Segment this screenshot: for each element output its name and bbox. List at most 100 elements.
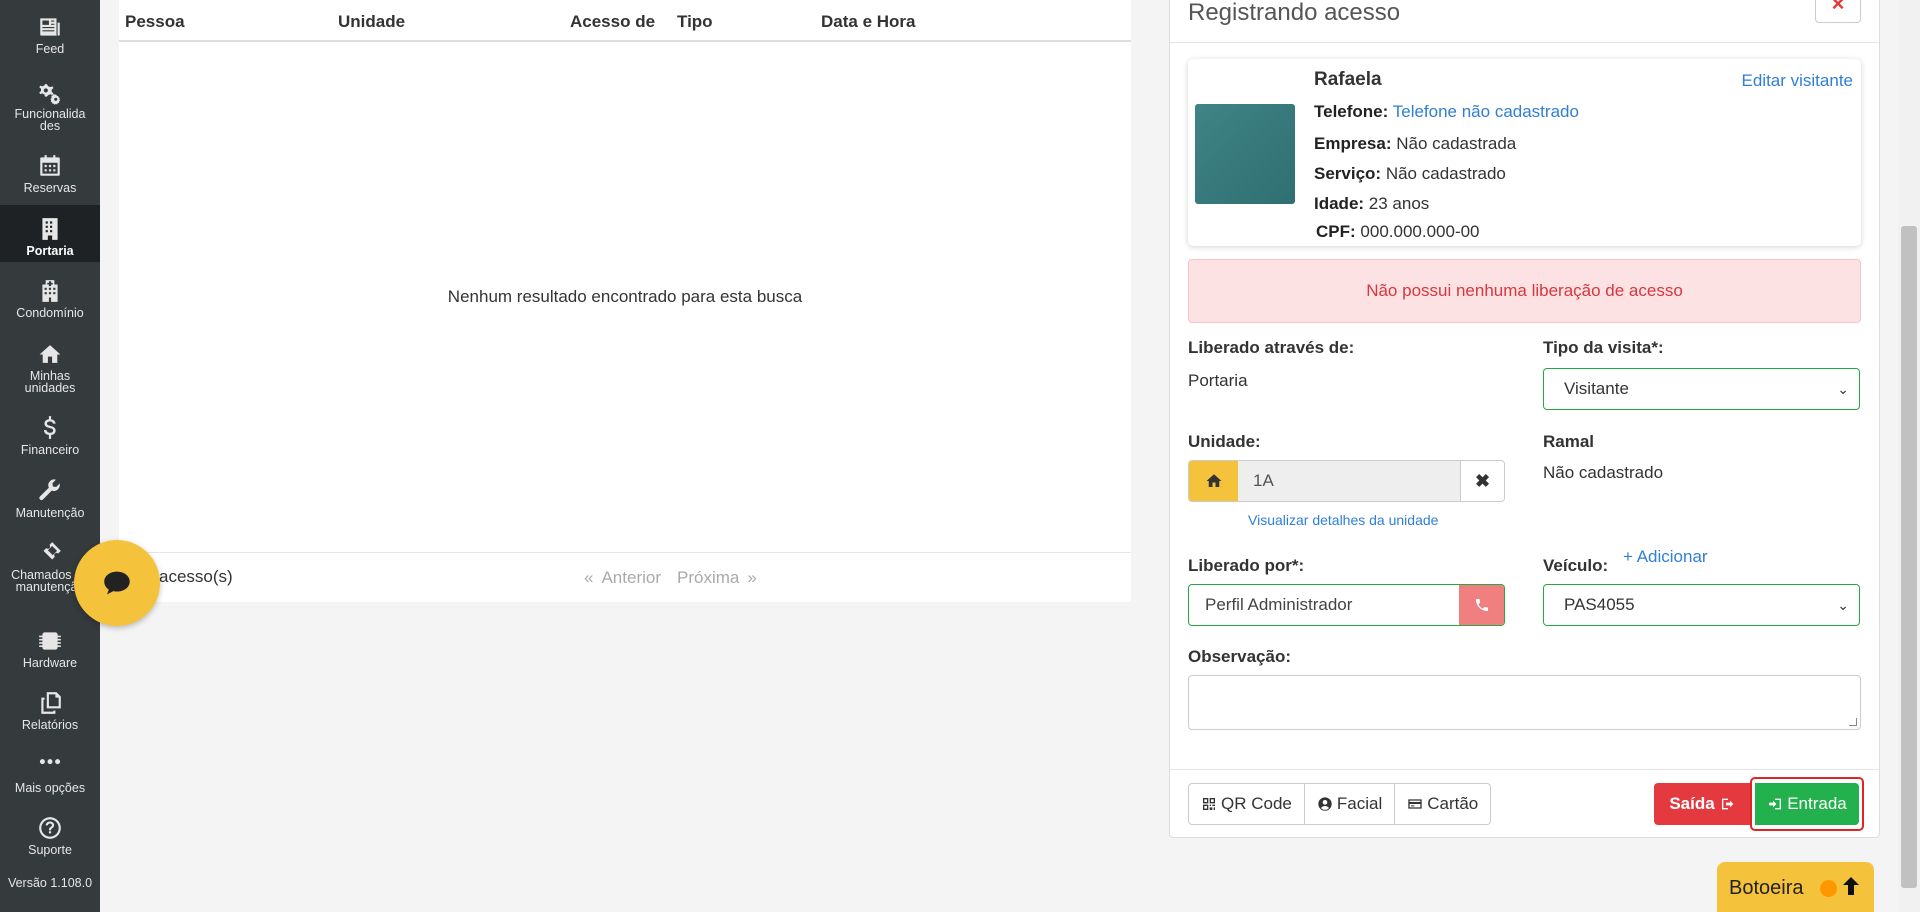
sidebar-item-minhas-unidades[interactable]: Minhas unidades: [0, 342, 100, 394]
visitor-phone-row: Telefone: Telefone não cadastrado: [1314, 102, 1579, 122]
sidebar-item-manutencao[interactable]: Manutenção: [0, 478, 100, 520]
visitor-cpf-row: CPF: 000.000.000-00: [1316, 222, 1480, 242]
question-circle-icon: [39, 817, 61, 839]
pager-next-button[interactable]: Próxima: [677, 568, 739, 588]
qrcode-icon: [1203, 798, 1215, 810]
unidade-input-group: 1A ✖: [1188, 460, 1505, 502]
veiculo-select[interactable]: PAS4055 ⌄: [1543, 584, 1860, 626]
app-version: Versão 1.108.0: [7, 876, 93, 890]
company-label: Empresa:: [1314, 134, 1392, 153]
sign-in-icon: [1769, 798, 1782, 810]
sidebar-item-condominio[interactable]: Condomínio: [0, 278, 100, 320]
liberado-por-input[interactable]: Perfil Administrador: [1205, 595, 1352, 615]
add-vehicle-link[interactable]: + Adicionar: [1623, 547, 1708, 567]
phone-value-link[interactable]: Telefone não cadastrado: [1393, 102, 1579, 121]
unidade-home-button[interactable]: [1189, 461, 1238, 501]
modal-title: Registrando acesso: [1188, 0, 1401, 26]
resize-handle[interactable]: [1849, 718, 1857, 726]
liberado-por-input-group: Perfil Administrador: [1188, 584, 1505, 626]
age-label: Idade:: [1314, 194, 1365, 213]
unit-details-link[interactable]: Visualizar detalhes da unidade: [1248, 512, 1438, 528]
qrcode-button[interactable]: QR Code: [1188, 783, 1305, 825]
column-header-pessoa[interactable]: Pessoa: [125, 12, 185, 32]
sidebar-item-feed[interactable]: Feed: [0, 14, 100, 62]
empty-state-message: Nenhum resultado encontrado para esta bu…: [447, 287, 803, 306]
unidade-clear-button[interactable]: ✖: [1460, 461, 1504, 501]
sidebar-item-hardware[interactable]: Hardware: [0, 628, 100, 670]
liberado-atraves-value: Portaria: [1188, 371, 1248, 390]
chip-icon: [39, 632, 61, 650]
veiculo-label: Veículo:: [1543, 556, 1609, 575]
unidade-label: Unidade:: [1188, 432, 1261, 451]
ticket-icon: [43, 542, 61, 560]
sidebar-item-reservas[interactable]: Reservas: [0, 153, 100, 195]
tipo-visita-select[interactable]: Visitante ⌄: [1543, 368, 1860, 410]
column-header-data-hora[interactable]: Data e Hora: [821, 12, 915, 32]
sidebar-item-mais-opcoes[interactable]: Mais opções: [0, 753, 100, 795]
service-label: Serviço:: [1314, 164, 1382, 183]
visitor-card: Rafaela Editar visitante Telefone: Telef…: [1188, 59, 1861, 246]
scrollbar-thumb[interactable]: [1901, 226, 1917, 888]
visitor-photo: [1195, 104, 1295, 204]
sign-out-icon: [1721, 798, 1734, 810]
tipo-visita-value: Visitante: [1564, 379, 1629, 398]
column-header-tipo[interactable]: Tipo: [677, 12, 713, 32]
qrcode-label: QR Code: [1221, 794, 1292, 813]
sidebar-item-financeiro[interactable]: Financeiro: [0, 415, 100, 457]
sidebar-item-label: Financeiro: [20, 443, 80, 457]
sidebar-item-label: Portaria: [26, 244, 74, 258]
modal-header: Registrando acesso ×: [1170, 0, 1879, 43]
sidebar-item-label: Feed: [35, 42, 65, 56]
cpf-value: 000.000.000-00: [1360, 222, 1480, 241]
wrench-icon: [39, 479, 60, 501]
status-dot: [1820, 880, 1837, 897]
cartao-button[interactable]: Cartão: [1395, 783, 1492, 825]
phone-icon: [1475, 599, 1488, 611]
visitor-name: Rafaela: [1314, 69, 1382, 90]
edit-visitor-link[interactable]: Editar visitante: [1742, 71, 1854, 91]
pager-prev-button[interactable]: Anterior: [601, 568, 661, 588]
home-icon: [1206, 474, 1221, 487]
chat-button[interactable]: [74, 540, 160, 626]
dollar-icon: [43, 416, 56, 439]
sidebar-item-label: Condomínio: [16, 306, 84, 320]
close-button[interactable]: ×: [1815, 0, 1861, 23]
sidebar-item-label: Minhas unidades: [24, 369, 76, 395]
sidebar-item-suporte[interactable]: Suporte: [0, 815, 100, 857]
company-value: Não cadastrada: [1396, 134, 1517, 153]
sidebar-item-relatorios[interactable]: Relatórios: [0, 690, 100, 732]
sidebar-item-label: Manutenção: [15, 506, 85, 520]
sidebar-item-label: Hardware: [22, 656, 78, 670]
facial-label: Facial: [1336, 794, 1383, 813]
sidebar-item-label: Reservas: [23, 181, 77, 195]
chat-icon: [104, 571, 130, 595]
ellipsis-icon: [39, 759, 61, 765]
entrada-highlight: Entrada: [1750, 777, 1864, 831]
column-header-acesso-de[interactable]: Acesso de: [570, 12, 655, 32]
arrow-up-icon: [1839, 874, 1865, 900]
unidade-input[interactable]: 1A: [1253, 471, 1274, 491]
facial-button[interactable]: Facial: [1304, 783, 1396, 825]
call-button[interactable]: [1459, 585, 1504, 625]
visitor-company-row: Empresa: Não cadastrada: [1314, 134, 1516, 154]
saida-button[interactable]: Saída: [1654, 783, 1751, 825]
tipo-visita-label: Tipo da visita*:: [1543, 338, 1664, 357]
credit-card-icon: [1408, 799, 1422, 809]
botoeira-button[interactable]: Botoeira: [1717, 862, 1874, 912]
chevron-down-icon: ⌄: [1837, 381, 1849, 397]
sidebar-item-funcionalidades[interactable]: Funcionalida des: [0, 80, 100, 132]
sidebar: Feed Funcionalida des Reservas Portaria …: [0, 0, 100, 912]
ramal-label: Ramal: [1543, 432, 1595, 451]
gears-icon: [39, 84, 61, 105]
sidebar-item-portaria[interactable]: Portaria: [0, 205, 100, 262]
access-count: acesso(s): [159, 567, 233, 586]
copy-icon: [41, 692, 61, 714]
column-header-unidade[interactable]: Unidade: [338, 12, 405, 32]
entrada-button[interactable]: Entrada: [1755, 783, 1859, 825]
liberado-por-label: Liberado por*:: [1188, 556, 1305, 575]
calendar-icon: [40, 155, 60, 176]
close-icon: ✖: [1474, 471, 1491, 491]
observacao-textarea[interactable]: [1188, 675, 1861, 730]
identification-button-group: QR Code Facial Cartão: [1188, 783, 1492, 825]
access-table: Pessoa Unidade Acesso de Tipo Data e Hor…: [119, 0, 1131, 602]
